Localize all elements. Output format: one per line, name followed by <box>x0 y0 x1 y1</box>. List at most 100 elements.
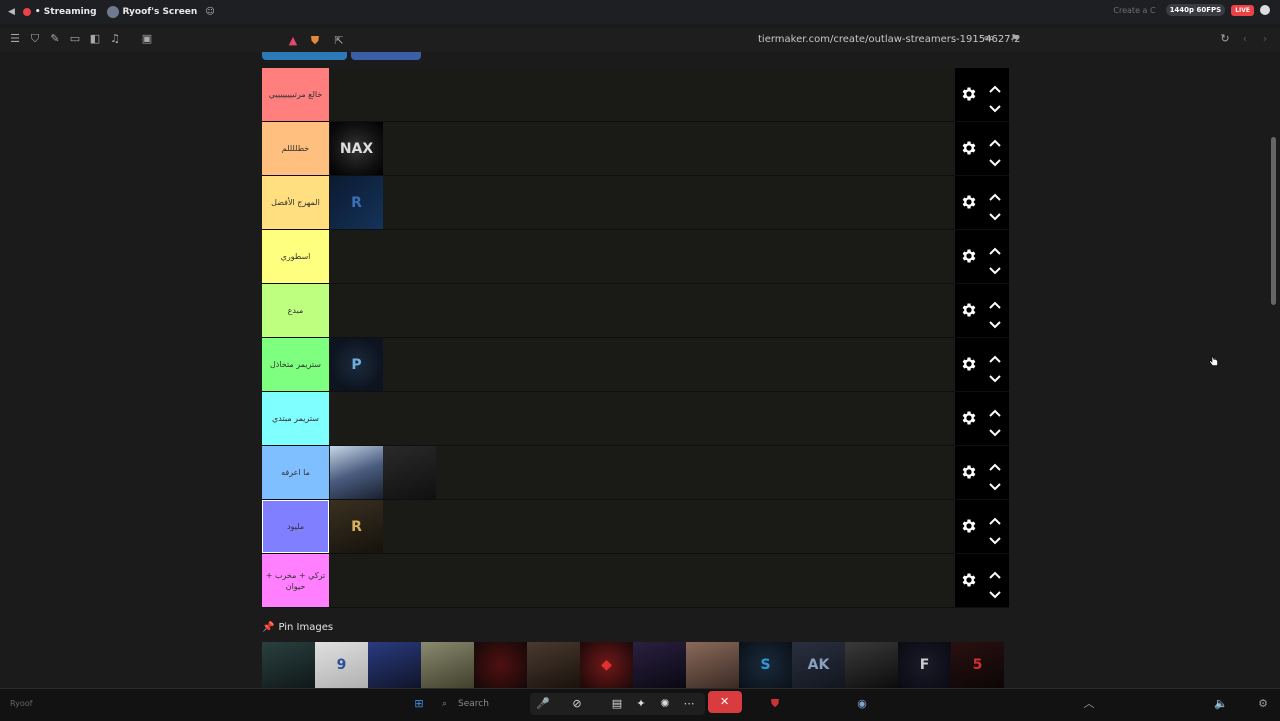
window-icon[interactable]: ▭ <box>68 32 82 46</box>
sidebar-icon[interactable]: ◧ <box>88 32 102 46</box>
screen-share-icon[interactable]: ▤ <box>610 697 624 711</box>
notification-icon[interactable]: ⚙ <box>1256 697 1270 711</box>
chevron-up-icon[interactable] <box>988 511 1002 525</box>
tier-label[interactable]: خطللللم <box>262 122 329 175</box>
tier-label[interactable]: ستريمر مبتدي <box>262 392 329 445</box>
chevron-up-icon[interactable] <box>988 79 1002 93</box>
chevron-down-icon[interactable] <box>988 207 1002 221</box>
s-logo-image[interactable]: S <box>739 642 792 688</box>
gear-icon[interactable] <box>960 301 978 319</box>
tier-label[interactable]: اسطوري <box>262 230 329 283</box>
link-icon[interactable]: ⚯ <box>982 32 996 46</box>
red-mask-image[interactable]: ◆ <box>580 642 633 688</box>
ak-logo-glyph: AK <box>807 657 830 673</box>
chevron-down-icon[interactable] <box>988 99 1002 113</box>
gear-icon[interactable] <box>960 85 978 103</box>
chevron-down-icon[interactable] <box>988 261 1002 275</box>
gear-icon[interactable] <box>960 409 978 427</box>
reload-icon[interactable]: ↻ <box>1218 32 1232 46</box>
windows-start-icon[interactable]: ⊞ <box>412 697 426 711</box>
cat-mask-image[interactable] <box>262 642 315 688</box>
red-dark-image[interactable] <box>474 642 527 688</box>
pd-logo-image[interactable]: P <box>330 338 383 391</box>
bookmark-icon[interactable]: ⚑ <box>1008 32 1022 46</box>
tier-items[interactable]: R <box>330 500 383 553</box>
chevron-up-icon[interactable] <box>988 457 1002 471</box>
camera-off-icon[interactable]: ⊘ <box>570 697 584 711</box>
blue-hair-image[interactable] <box>368 642 421 688</box>
brave-icon[interactable]: ⛊ <box>308 34 322 48</box>
gear-icon[interactable] <box>960 193 978 211</box>
chevron-down-icon[interactable] <box>988 477 1002 491</box>
tier-label[interactable]: المهرج الأفضل <box>262 176 329 229</box>
tray-chevron-icon[interactable]: ︿ <box>1082 697 1096 711</box>
tier-label[interactable]: تركي + مخرب + حيوان <box>262 554 329 607</box>
f-logo-image[interactable]: F <box>898 642 951 688</box>
gear-icon[interactable] <box>960 247 978 265</box>
nax-logo-image[interactable]: NAX <box>330 122 383 175</box>
activity-icon[interactable]: ✦ <box>634 697 648 711</box>
steam-icon[interactable]: ◉ <box>855 697 869 711</box>
scroll-thumb[interactable] <box>1271 137 1276 305</box>
chevron-up-icon[interactable] <box>988 565 1002 579</box>
tier-items[interactable] <box>330 446 436 499</box>
ak-logo-image[interactable]: AK <box>792 642 845 688</box>
stop-stream-button[interactable]: ✕ <box>708 691 742 713</box>
menu-icon[interactable]: ☰ <box>8 32 22 46</box>
blue-r-logo-image[interactable]: R <box>330 176 383 229</box>
chevron-down-icon[interactable] <box>988 315 1002 329</box>
dark-avatar-image[interactable] <box>383 446 436 499</box>
tier-label[interactable]: ستريمر متخاذل <box>262 338 329 391</box>
tier-items[interactable]: NAX <box>330 122 383 175</box>
chevron-down-icon[interactable] <box>988 531 1002 545</box>
forward-nav-icon[interactable]: › <box>1258 32 1272 46</box>
tier-items[interactable]: P <box>330 338 383 391</box>
mic-icon[interactable]: 🎤 <box>536 697 550 711</box>
chevron-up-icon[interactable] <box>988 349 1002 363</box>
triangle-icon[interactable]: ▲ <box>286 34 300 48</box>
tier-label[interactable]: مبدع <box>262 284 329 337</box>
back-nav-icon[interactable]: ‹ <box>1238 32 1252 46</box>
soundboard-icon[interactable]: ✺ <box>658 697 672 711</box>
anime-avatar-image[interactable] <box>330 446 383 499</box>
chevron-up-icon[interactable] <box>988 187 1002 201</box>
chevron-down-icon[interactable] <box>988 423 1002 437</box>
bearded-man-image[interactable] <box>527 642 580 688</box>
gear-icon[interactable] <box>960 517 978 535</box>
chevron-down-icon[interactable] <box>988 369 1002 383</box>
more-icon[interactable]: ⋯ <box>682 697 696 711</box>
gear-icon[interactable] <box>960 571 978 589</box>
purple-eyes-image[interactable] <box>633 642 686 688</box>
tier-label[interactable]: ما اعرفه <box>262 446 329 499</box>
f9-logo-image[interactable]: 9 <box>315 642 368 688</box>
chat-icon[interactable] <box>1260 5 1270 15</box>
pen-icon[interactable]: ✎ <box>48 32 62 46</box>
gear-icon[interactable] <box>960 139 978 157</box>
reset-tab-button[interactable] <box>351 52 421 60</box>
volume-icon[interactable]: 🔈 <box>1214 697 1228 711</box>
black-hair-image[interactable] <box>845 642 898 688</box>
gear-icon[interactable] <box>960 463 978 481</box>
soldier-image[interactable] <box>421 642 474 688</box>
tier-label[interactable]: خالع مرتبيييييييي <box>262 68 329 121</box>
tier-items[interactable]: R <box>330 176 383 229</box>
chevron-up-icon[interactable] <box>988 133 1002 147</box>
shield-icon[interactable]: ⛉ <box>28 32 42 46</box>
page-scrollbar[interactable] <box>1268 52 1280 688</box>
chevron-down-icon[interactable] <box>988 153 1002 167</box>
save-tab-button[interactable] <box>262 52 347 60</box>
woman-image[interactable] <box>686 642 739 688</box>
share-icon[interactable]: ⇱ <box>332 34 346 48</box>
chevron-up-icon[interactable] <box>988 295 1002 309</box>
tier-label[interactable]: مليود <box>262 500 329 553</box>
gold-r-logo-image[interactable]: R <box>330 500 383 553</box>
s5-logo-image[interactable]: 5 <box>951 642 1004 688</box>
music-icon[interactable]: ♫ <box>108 32 122 46</box>
back-icon[interactable]: ◀ <box>8 7 15 17</box>
chevron-up-icon[interactable] <box>988 403 1002 417</box>
app-icon-red[interactable]: ⛊ <box>768 697 782 711</box>
chevron-down-icon[interactable] <box>988 585 1002 599</box>
tab-icon[interactable]: ▣ <box>140 32 154 46</box>
gear-icon[interactable] <box>960 355 978 373</box>
chevron-up-icon[interactable] <box>988 241 1002 255</box>
